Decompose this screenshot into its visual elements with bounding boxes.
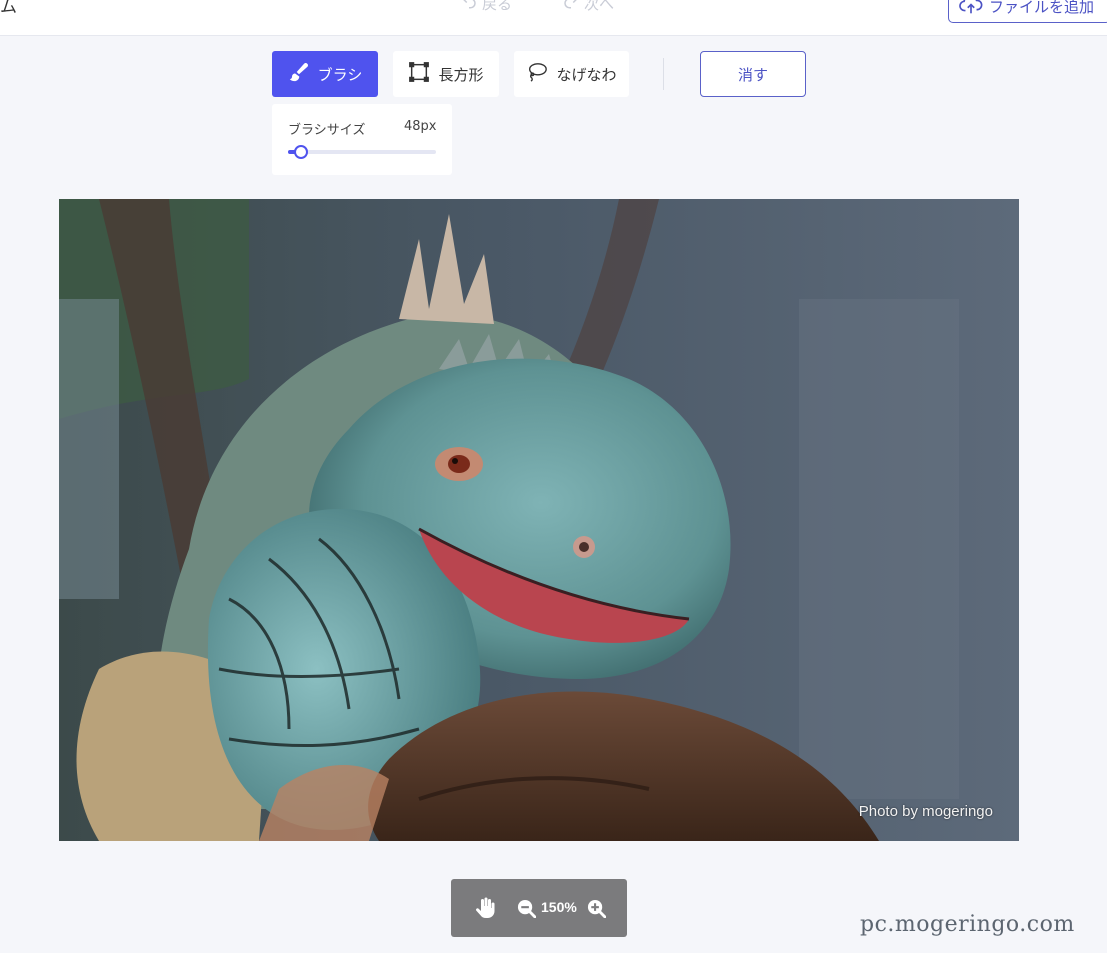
toolbar-divider	[663, 58, 664, 90]
iguana-photo	[59, 199, 1019, 841]
site-watermark: pc.mogeringo.com	[860, 912, 1075, 937]
redo-icon	[562, 0, 580, 14]
hand-icon[interactable]	[473, 896, 497, 920]
brush-size-panel: ブラシサイズ 48px	[272, 104, 452, 175]
brush-icon	[288, 61, 310, 87]
add-file-label: ファイルを追加	[989, 0, 1095, 16]
undo-button[interactable]: 戻る	[460, 0, 512, 14]
undo-label: 戻る	[482, 0, 513, 13]
zoom-in-icon[interactable]	[587, 899, 607, 919]
rectangle-tool-button[interactable]: 長方形	[393, 51, 499, 97]
brush-tool-label: ブラシ	[317, 65, 363, 84]
image-canvas[interactable]: Photo by mogeringo	[59, 199, 1019, 841]
redo-button[interactable]: 次へ	[562, 0, 614, 14]
photo-credit: Photo by mogeringo	[858, 803, 993, 820]
clear-button[interactable]: 消す	[700, 51, 806, 97]
app-title: ム	[0, 0, 17, 17]
brush-tool-button[interactable]: ブラシ	[272, 51, 378, 97]
zoom-bar: 150%	[451, 879, 627, 937]
rectangle-icon	[408, 61, 430, 87]
zoom-out-icon[interactable]	[517, 899, 537, 919]
top-bar: ム 戻る 次へ ファイルを追加	[0, 0, 1107, 36]
undo-icon	[460, 0, 478, 14]
cloud-upload-icon	[959, 0, 983, 20]
lasso-tool-button[interactable]: なげなわ	[514, 51, 629, 97]
zoom-level: 150%	[541, 899, 577, 915]
redo-label: 次へ	[584, 0, 615, 13]
brush-size-label: ブラシサイズ	[288, 123, 366, 138]
rectangle-tool-label: 長方形	[438, 65, 484, 84]
clear-label: 消す	[737, 65, 768, 84]
add-file-button[interactable]: ファイルを追加	[948, 0, 1107, 23]
slider-thumb[interactable]	[294, 145, 309, 159]
brush-size-value: 48px	[404, 119, 437, 134]
lasso-tool-label: なげなわ	[556, 65, 617, 84]
lasso-icon	[526, 61, 548, 87]
brush-size-slider[interactable]	[288, 145, 436, 159]
